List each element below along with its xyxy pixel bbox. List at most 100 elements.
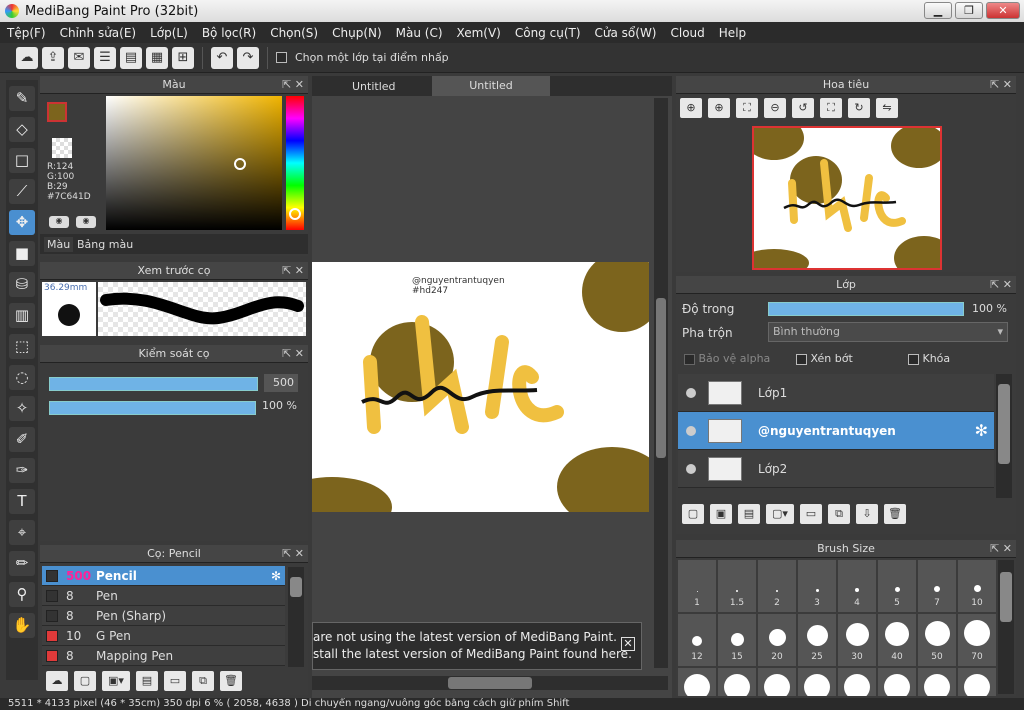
panel-close-icon[interactable]: ⇱ ✕: [990, 76, 1012, 94]
duplicate-layer-icon[interactable]: ⧉: [828, 504, 850, 524]
grid-icon[interactable]: ⊞: [172, 46, 194, 69]
artwork-canvas[interactable]: @nguyentrantuqyen #hd247: [312, 262, 649, 512]
brush-size-preset[interactable]: 40: [878, 614, 916, 666]
maximize-button[interactable]: ❐: [955, 2, 983, 19]
clipping-option[interactable]: Xén bớt: [796, 352, 853, 365]
tab-document-active[interactable]: Untitled: [432, 76, 550, 96]
hue-cursor[interactable]: [289, 208, 301, 220]
lasso-tool-icon[interactable]: ◌: [9, 365, 35, 390]
brush-settings-icon[interactable]: ✻: [271, 569, 281, 583]
flip-icon[interactable]: ⇋: [876, 98, 898, 118]
layer-settings-icon[interactable]: ✻: [975, 421, 988, 440]
foreground-color-swatch[interactable]: [47, 102, 67, 122]
zoom-out-icon[interactable]: ⊖: [764, 98, 786, 118]
brush-list-scrollbar[interactable]: [288, 567, 304, 667]
menu-edit[interactable]: Chỉnh sửa(E): [53, 26, 144, 40]
scrollbar-thumb[interactable]: [998, 384, 1010, 464]
brush-size-preset[interactable]: 200: [758, 668, 796, 696]
navigator-preview[interactable]: [752, 126, 942, 270]
lock-checkbox[interactable]: [908, 353, 919, 365]
hue-slider[interactable]: [286, 96, 304, 230]
rotate-left-icon[interactable]: ↺: [792, 98, 814, 118]
visibility-eye-icon[interactable]: [686, 387, 696, 398]
scrollbar-thumb[interactable]: [656, 298, 666, 458]
protect-alpha-checkbox[interactable]: [684, 353, 695, 365]
protect-alpha-option[interactable]: Bảo vệ alpha: [684, 352, 770, 365]
brush-size-preset[interactable]: 20: [758, 614, 796, 666]
panel-close-icon[interactable]: ⇱ ✕: [282, 76, 304, 94]
add-layer-dropdown-icon[interactable]: ▢▾: [766, 504, 794, 524]
select-eraser-icon[interactable]: ✑: [9, 458, 35, 483]
brush-size-preset[interactable]: 400: [838, 668, 876, 696]
color-wheel-icon[interactable]: ◉: [49, 216, 69, 228]
scrollbar-thumb[interactable]: [1000, 572, 1012, 622]
layer-list-scrollbar[interactable]: [996, 374, 1012, 498]
hand-tool-icon[interactable]: ✋: [9, 613, 35, 638]
menu-file[interactable]: Tệp(F): [0, 26, 53, 40]
select-pen-icon[interactable]: ✐: [9, 427, 35, 452]
fill-tool-icon[interactable]: ■: [9, 241, 35, 266]
new-8bit-layer-icon[interactable]: ▤: [738, 504, 760, 524]
clipping-checkbox[interactable]: [796, 353, 807, 365]
brush-size-preset[interactable]: 5: [878, 560, 916, 612]
brush-size-preset[interactable]: 500: [878, 668, 916, 696]
select-rect-icon[interactable]: ⬚: [9, 334, 35, 359]
menu-help[interactable]: Help: [712, 26, 753, 40]
brush-item[interactable]: 10 G Pen: [42, 626, 285, 646]
brush-size-preset[interactable]: 7: [918, 560, 956, 612]
brush-size-preset[interactable]: 300: [798, 668, 836, 696]
fit-window-icon[interactable]: ⛶: [820, 98, 842, 118]
brush-size-preset[interactable]: 1000: [958, 668, 996, 696]
menu-color[interactable]: Màu (C): [389, 26, 450, 40]
brush-size-preset[interactable]: 70: [958, 614, 996, 666]
new-brush-icon[interactable]: ▢: [74, 671, 96, 691]
brush-size-preset[interactable]: 1.5: [718, 560, 756, 612]
brush-size-preset[interactable]: 100: [678, 668, 716, 696]
select-layer-checkbox[interactable]: [276, 52, 287, 63]
brush-size-preset[interactable]: 12: [678, 614, 716, 666]
layer-row[interactable]: Lớp1: [678, 374, 994, 412]
document-icon[interactable]: ▤: [120, 46, 142, 69]
duplicate-brush-icon[interactable]: ⧉: [192, 671, 214, 691]
brush-tool-icon[interactable]: ✎: [9, 86, 35, 111]
rectangle-tool-icon[interactable]: □: [9, 148, 35, 173]
brush-size-preset[interactable]: 25: [798, 614, 836, 666]
panel-close-icon[interactable]: ⇱ ✕: [282, 345, 304, 363]
notice-close-icon[interactable]: ✕: [621, 637, 635, 651]
share-icon[interactable]: ⇪: [42, 46, 64, 69]
chat-icon[interactable]: ☰: [94, 46, 116, 69]
divide-tool-icon[interactable]: ✏: [9, 551, 35, 576]
new-halftone-layer-icon[interactable]: ▣: [710, 504, 732, 524]
visibility-eye-icon[interactable]: [686, 463, 696, 474]
text-tool-icon[interactable]: T: [9, 489, 35, 514]
bucket-tool-icon[interactable]: ⛁: [9, 272, 35, 297]
brush-size-preset[interactable]: 30: [838, 614, 876, 666]
brush-size-input[interactable]: 500: [264, 374, 298, 392]
brush-size-preset[interactable]: 700: [918, 668, 956, 696]
brush-folder-icon[interactable]: ▭: [164, 671, 186, 691]
brush-size-preset[interactable]: 2: [758, 560, 796, 612]
zoom-fit-icon[interactable]: ⊕: [680, 98, 702, 118]
menu-snap[interactable]: Chụp(N): [325, 26, 389, 40]
panel-close-icon[interactable]: ⇱ ✕: [990, 540, 1012, 558]
panel-close-icon[interactable]: ⇱ ✕: [282, 545, 304, 563]
brush-size-preset[interactable]: 10: [958, 560, 996, 612]
scrollbar-thumb[interactable]: [290, 577, 302, 597]
menu-tools[interactable]: Công cụ(T): [508, 26, 588, 40]
blend-mode-select[interactable]: Bình thường ▾: [768, 322, 1008, 342]
layer-row[interactable]: @nguyentrantuqyen ✻: [678, 412, 994, 450]
zoom-in-icon[interactable]: ⊕: [708, 98, 730, 118]
color-picker-cursor[interactable]: [234, 158, 246, 170]
brush-size-scrollbar[interactable]: [998, 560, 1014, 694]
visibility-eye-icon[interactable]: [686, 425, 696, 436]
brush-size-slider[interactable]: [49, 377, 258, 391]
menu-select[interactable]: Chọn(S): [263, 26, 325, 40]
brush-opacity-slider[interactable]: [49, 401, 256, 415]
magic-wand-icon[interactable]: ✧: [9, 396, 35, 421]
brush-size-preset[interactable]: 3: [798, 560, 836, 612]
brush-item[interactable]: 8 Mapping Pen: [42, 646, 285, 666]
undo-icon[interactable]: ↶: [211, 46, 233, 69]
dot-tool-icon[interactable]: ⟋: [9, 179, 35, 204]
color-slider-icon[interactable]: ◉: [76, 216, 96, 228]
panel-close-icon[interactable]: ⇱ ✕: [282, 262, 304, 280]
